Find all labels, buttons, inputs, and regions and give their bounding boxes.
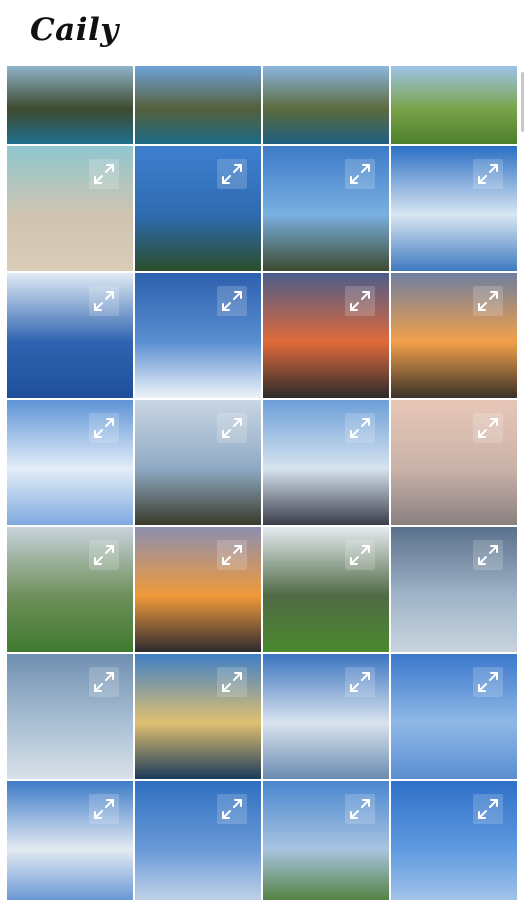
expand-icon[interactable]: [217, 413, 247, 443]
photo-thumbnail[interactable]: [263, 527, 389, 652]
photo-thumbnail[interactable]: [135, 400, 261, 525]
photo-thumbnail[interactable]: [391, 654, 517, 779]
expand-icon[interactable]: [89, 794, 119, 824]
photo-thumbnail[interactable]: [7, 66, 133, 144]
photo-thumbnail[interactable]: [7, 781, 133, 900]
app-logo[interactable]: Caily: [30, 12, 119, 48]
photo-thumbnail[interactable]: [391, 527, 517, 652]
photo-thumbnail[interactable]: [263, 654, 389, 779]
photo-thumbnail[interactable]: [263, 66, 389, 144]
photo-thumbnail[interactable]: [135, 66, 261, 144]
expand-icon[interactable]: [473, 540, 503, 570]
photo-thumbnail[interactable]: [391, 66, 517, 144]
photo-thumbnail[interactable]: [263, 400, 389, 525]
photo-thumbnail[interactable]: [135, 654, 261, 779]
expand-icon[interactable]: [473, 413, 503, 443]
expand-icon[interactable]: [345, 667, 375, 697]
photo-thumbnail[interactable]: [263, 273, 389, 398]
expand-icon[interactable]: [217, 286, 247, 316]
scrollbar[interactable]: [521, 72, 524, 132]
expand-icon[interactable]: [217, 667, 247, 697]
photo-thumbnail[interactable]: [263, 781, 389, 900]
photo-thumbnail[interactable]: [391, 273, 517, 398]
photo-thumbnail[interactable]: [7, 273, 133, 398]
expand-icon[interactable]: [345, 159, 375, 189]
expand-icon[interactable]: [217, 794, 247, 824]
photo-thumbnail[interactable]: [135, 781, 261, 900]
expand-icon[interactable]: [473, 794, 503, 824]
photo-thumbnail[interactable]: [391, 781, 517, 900]
expand-icon[interactable]: [89, 413, 119, 443]
expand-icon[interactable]: [345, 413, 375, 443]
expand-icon[interactable]: [217, 540, 247, 570]
expand-icon[interactable]: [473, 286, 503, 316]
photo-thumbnail[interactable]: [7, 146, 133, 271]
photo-grid: [7, 66, 519, 900]
expand-icon[interactable]: [473, 667, 503, 697]
photo-thumbnail[interactable]: [135, 273, 261, 398]
photo-thumbnail[interactable]: [391, 146, 517, 271]
expand-icon[interactable]: [89, 667, 119, 697]
expand-icon[interactable]: [345, 286, 375, 316]
expand-icon[interactable]: [473, 159, 503, 189]
expand-icon[interactable]: [89, 540, 119, 570]
photo-thumbnail[interactable]: [7, 527, 133, 652]
expand-icon[interactable]: [217, 159, 247, 189]
photo-thumbnail[interactable]: [391, 400, 517, 525]
photo-thumbnail[interactable]: [135, 527, 261, 652]
app-root: Caily: [0, 0, 526, 900]
photo-thumbnail[interactable]: [7, 400, 133, 525]
expand-icon[interactable]: [89, 286, 119, 316]
app-header: Caily: [0, 0, 526, 66]
expand-icon[interactable]: [345, 540, 375, 570]
photo-thumbnail[interactable]: [135, 146, 261, 271]
photo-thumbnail[interactable]: [7, 654, 133, 779]
expand-icon[interactable]: [89, 159, 119, 189]
photo-thumbnail[interactable]: [263, 146, 389, 271]
expand-icon[interactable]: [345, 794, 375, 824]
